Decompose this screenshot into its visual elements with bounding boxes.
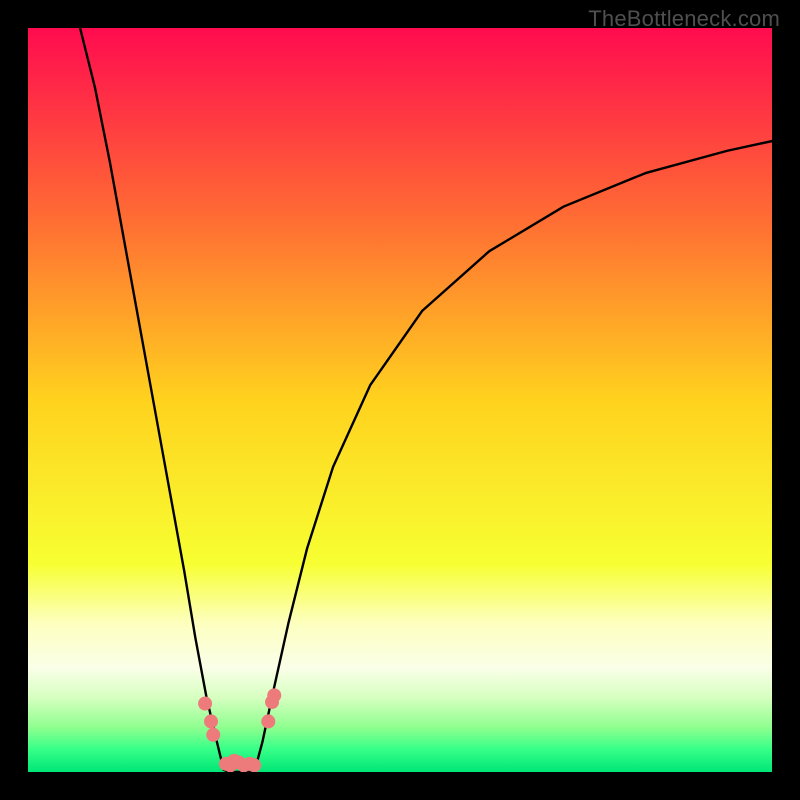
chart-svg bbox=[28, 28, 772, 772]
marker-point bbox=[206, 728, 220, 742]
marker-point bbox=[247, 758, 261, 772]
marker-point bbox=[267, 688, 281, 702]
chart-frame: { "watermark": "TheBottleneck.com", "cha… bbox=[0, 0, 800, 800]
marker-point bbox=[198, 697, 212, 711]
plot-area bbox=[28, 28, 772, 772]
watermark-text: TheBottleneck.com bbox=[588, 6, 780, 32]
marker-point bbox=[261, 714, 275, 728]
gradient-background bbox=[28, 28, 772, 772]
marker-point bbox=[204, 714, 218, 728]
